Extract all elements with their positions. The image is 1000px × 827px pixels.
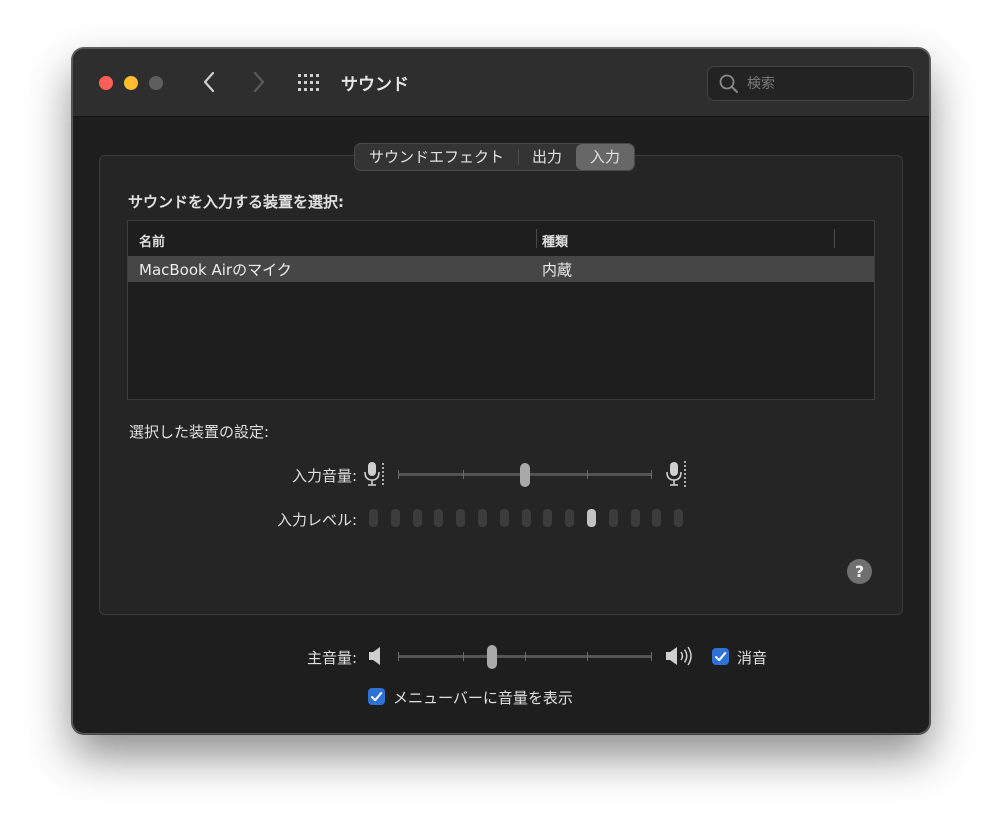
level-bar: [434, 509, 443, 527]
level-bar: [543, 509, 552, 527]
checkmark-icon: [715, 652, 727, 662]
level-bar: [413, 509, 422, 527]
slider-tick: [651, 652, 652, 661]
device-type: 内蔵: [542, 261, 573, 279]
table-row[interactable]: MacBook Airのマイク 内蔵: [128, 256, 874, 282]
back-button[interactable]: [195, 67, 225, 97]
chevron-right-icon: [253, 71, 265, 93]
forward-button[interactable]: [243, 67, 273, 97]
level-bar: [478, 509, 487, 527]
show-all-button[interactable]: [297, 73, 321, 93]
close-button[interactable]: [99, 76, 113, 90]
input-level-label: 入力レベル:: [276, 511, 357, 529]
input-volume-thumb[interactable]: [520, 463, 530, 487]
column-header-name[interactable]: 名前: [139, 231, 165, 250]
chevron-left-icon: [203, 71, 215, 93]
slider-tick: [587, 470, 588, 479]
column-header-type[interactable]: 種類: [542, 231, 568, 250]
level-bar: [522, 509, 531, 527]
output-volume-label: 主音量:: [306, 649, 357, 667]
speaker-wave-icon: [666, 646, 692, 666]
slider-tick: [651, 470, 652, 479]
search-icon: [719, 74, 738, 93]
checkmark-icon: [371, 692, 383, 702]
show-in-menubar-label: メニューバーに音量を表示: [393, 689, 573, 707]
device-table: 名前 種類 MacBook Airのマイク 内蔵: [127, 220, 875, 400]
device-select-heading: サウンドを入力する装置を選択:: [128, 193, 345, 211]
mute-label: 消音: [737, 649, 768, 667]
level-bar: [587, 509, 596, 527]
window-title: サウンド: [341, 75, 409, 95]
slider-tick: [525, 652, 526, 661]
title-bar: サウンド: [73, 49, 929, 117]
search-input[interactable]: [745, 72, 907, 96]
slider-tick: [463, 652, 464, 661]
show-in-menubar-checkbox[interactable]: [368, 688, 385, 705]
level-bar: [674, 509, 683, 527]
mute-checkbox[interactable]: [712, 648, 729, 665]
help-button[interactable]: ?: [847, 559, 872, 584]
microphone-icon: [364, 462, 384, 487]
tab-sound-effects[interactable]: サウンドエフェクト: [355, 144, 518, 170]
slider-tick: [463, 470, 464, 479]
column-divider: [536, 229, 537, 248]
level-bar: [456, 509, 465, 527]
level-bar: [565, 509, 574, 527]
slider-tick: [398, 470, 399, 479]
output-volume-thumb[interactable]: [487, 645, 497, 669]
level-bar: [391, 509, 400, 527]
level-bar: [652, 509, 661, 527]
microphone-icon: [666, 461, 686, 487]
tab-output[interactable]: 出力: [518, 144, 576, 170]
level-bar: [500, 509, 509, 527]
minimize-button[interactable]: [124, 76, 138, 90]
system-preferences-window: サウンド サウンドエフェクト 出力 入力 サウンドを入力する装置を選択: 名前 …: [72, 48, 930, 734]
level-bar: [369, 509, 378, 527]
input-volume-label: 入力音量:: [291, 467, 357, 485]
slider-tick: [398, 652, 399, 661]
level-bar: [609, 509, 618, 527]
search-field[interactable]: [707, 66, 914, 101]
table-header: 名前 種類: [128, 221, 874, 256]
speaker-icon: [369, 647, 380, 665]
settings-heading: 選択した装置の設定:: [129, 423, 270, 441]
grid-icon: [298, 74, 319, 91]
slider-tick: [587, 652, 588, 661]
tab-input[interactable]: 入力: [576, 144, 635, 170]
tab-control: サウンドエフェクト 出力 入力: [354, 143, 636, 171]
level-bar: [631, 509, 640, 527]
column-divider: [834, 229, 835, 248]
zoom-button[interactable]: [149, 76, 163, 90]
device-name: MacBook Airのマイク: [139, 261, 292, 279]
